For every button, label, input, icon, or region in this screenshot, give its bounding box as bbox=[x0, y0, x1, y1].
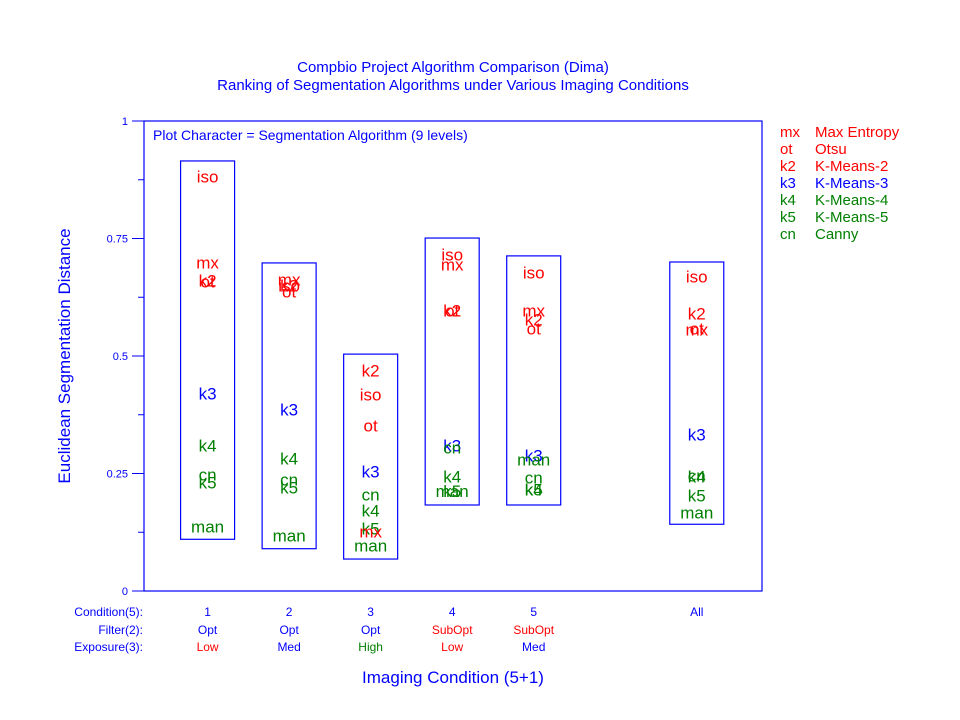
legend-code: cn bbox=[780, 226, 796, 243]
filter-label: Opt bbox=[361, 623, 381, 637]
row-label-condition: Condition(5): bbox=[74, 605, 143, 619]
point-k3: k3 bbox=[199, 384, 217, 403]
exposure-label: Low bbox=[441, 640, 463, 654]
y-tick-label: 0.25 bbox=[107, 469, 128, 481]
range-box bbox=[424, 237, 480, 506]
condition-label: All bbox=[690, 605, 703, 619]
y-tick-label: 0.5 bbox=[113, 351, 128, 363]
legend-code: k5 bbox=[780, 209, 796, 226]
legend-name: K-Means-2 bbox=[815, 158, 888, 175]
filter-label: SubOpt bbox=[513, 623, 554, 637]
point-ot: ot bbox=[364, 416, 378, 435]
point-man: man bbox=[680, 503, 713, 522]
point-k4: k4 bbox=[362, 502, 380, 521]
point-k5: k5 bbox=[199, 473, 217, 492]
exposure-label: Med bbox=[522, 640, 545, 654]
point-ot: ot bbox=[200, 273, 214, 292]
x-axis-label: Imaging Condition (5+1) bbox=[362, 668, 544, 687]
legend-name: Max Entropy bbox=[815, 124, 900, 141]
exposure-label: Low bbox=[197, 640, 219, 654]
point-k4: k4 bbox=[688, 468, 706, 487]
exposure-label: High bbox=[358, 640, 383, 654]
y-tick-label: 0.75 bbox=[107, 234, 128, 246]
row-label-filter: Filter(2): bbox=[98, 623, 143, 637]
point-man: man bbox=[517, 450, 550, 469]
point-k3: k3 bbox=[280, 400, 298, 419]
point-k2: k2 bbox=[362, 361, 380, 380]
point-mx: mx bbox=[685, 321, 708, 340]
exposure-label: Med bbox=[277, 640, 300, 654]
plot-annotation: Plot Character = Segmentation Algorithm … bbox=[153, 127, 468, 143]
row-label-exposure: Exposure(3): bbox=[74, 640, 143, 654]
chart-svg: Compbio Project Algorithm Comparison (Di… bbox=[55, 59, 900, 687]
point-k4: k4 bbox=[199, 437, 217, 456]
legend-name: K-Means-3 bbox=[815, 175, 888, 192]
legend-name: K-Means-4 bbox=[815, 192, 888, 209]
legend-name: Otsu bbox=[815, 141, 847, 158]
point-man: man bbox=[354, 536, 387, 555]
condition-label: 2 bbox=[286, 605, 293, 619]
point-iso: iso bbox=[686, 267, 708, 286]
chart-subtitle: Ranking of Segmentation Algorithms under… bbox=[217, 77, 689, 94]
point-man: man bbox=[191, 518, 224, 537]
point-ot: ot bbox=[527, 320, 541, 339]
point-k5: k5 bbox=[525, 480, 543, 499]
legend-name: Canny bbox=[815, 226, 859, 243]
y-axis-label: Euclidean Segmentation Distance bbox=[55, 228, 74, 483]
condition-label: 5 bbox=[530, 605, 537, 619]
filter-label: SubOpt bbox=[432, 623, 473, 637]
point-ot: ot bbox=[445, 301, 459, 320]
point-cn: cn bbox=[443, 439, 461, 458]
point-iso: iso bbox=[523, 264, 545, 283]
y-tick-label: 0 bbox=[122, 586, 128, 598]
legend-code: ot bbox=[780, 141, 793, 158]
legend-code: k2 bbox=[780, 158, 796, 175]
point-man: man bbox=[273, 526, 306, 545]
y-tick-label: 1 bbox=[122, 116, 128, 128]
filter-label: Opt bbox=[279, 623, 299, 637]
chart-container: Compbio Project Algorithm Comparison (Di… bbox=[0, 0, 960, 720]
point-man: man bbox=[436, 482, 469, 501]
point-k3: k3 bbox=[362, 463, 380, 482]
point-iso: iso bbox=[360, 385, 382, 404]
chart-title: Compbio Project Algorithm Comparison (Di… bbox=[297, 59, 609, 76]
point-k5: k5 bbox=[280, 478, 298, 497]
condition-label: 1 bbox=[204, 605, 211, 619]
point-k3: k3 bbox=[688, 425, 706, 444]
point-ot: ot bbox=[282, 283, 296, 302]
legend-code: mx bbox=[780, 124, 800, 141]
legend-code: k3 bbox=[780, 175, 796, 192]
legend-name: K-Means-5 bbox=[815, 209, 888, 226]
condition-label: 3 bbox=[367, 605, 374, 619]
point-mx: mx bbox=[441, 256, 464, 275]
point-iso: iso bbox=[197, 167, 219, 186]
point-k4: k4 bbox=[280, 449, 298, 468]
point-mx: mx bbox=[196, 253, 219, 272]
condition-label: 4 bbox=[449, 605, 456, 619]
legend-code: k4 bbox=[780, 192, 796, 209]
filter-label: Opt bbox=[198, 623, 218, 637]
